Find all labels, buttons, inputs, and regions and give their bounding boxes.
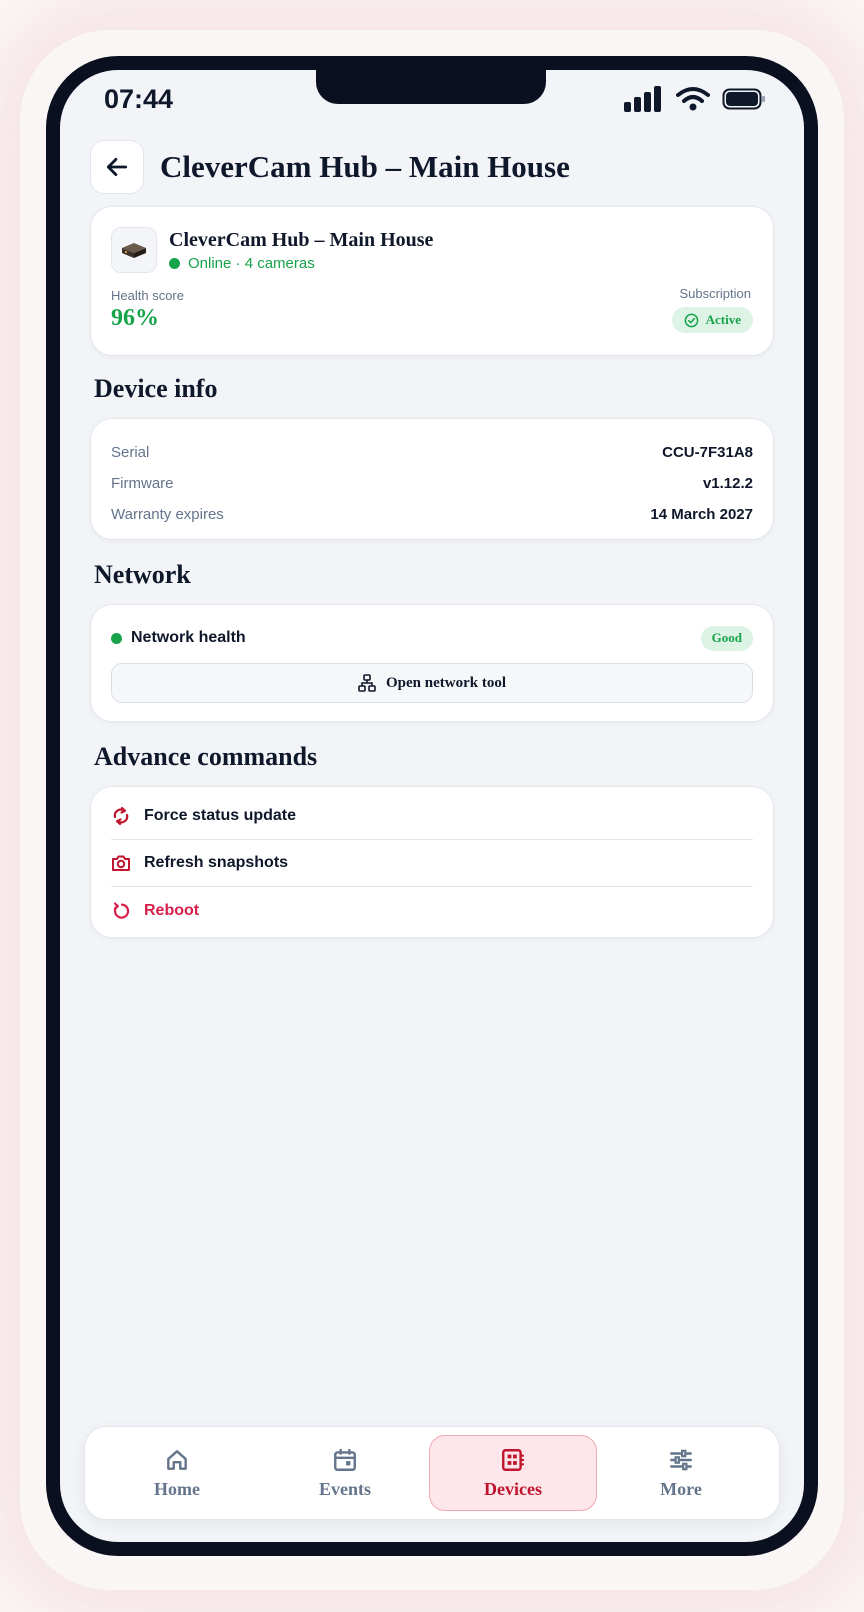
network-card: Network health Good Open network tool (90, 604, 774, 722)
open-network-tool-label: Open network tool (386, 674, 506, 691)
tab-home-label: Home (154, 1478, 200, 1499)
status-icons (624, 86, 766, 112)
network-title: Network (94, 560, 191, 589)
refresh-snapshots-button[interactable]: Refresh snapshots (111, 840, 753, 887)
subscription-badge: Active (671, 307, 753, 333)
device-thumbnail (111, 227, 157, 273)
app-screen: 07:44 CleverCam Hub – Main House CleverC… (60, 70, 804, 1542)
tab-events[interactable]: Events (261, 1435, 429, 1511)
health-score-value: 96% (111, 305, 159, 331)
info-row-firmware: Firmware v1.12.2 (111, 468, 753, 499)
sync-icon (113, 806, 129, 826)
serial-value: CCU-7F31A8 (662, 444, 753, 461)
warranty-label: Warranty expires (111, 506, 224, 523)
force-status-update-button[interactable]: Force status update (111, 793, 753, 840)
firmware-label: Firmware (111, 475, 174, 492)
network-health: Network health (111, 629, 246, 647)
commands-card: Force status update Refresh snapshots Re… (90, 786, 774, 938)
home-icon (167, 1449, 187, 1470)
device-status: Online · 4 cameras (169, 255, 315, 272)
signal-icon (624, 86, 661, 112)
advance-commands-title: Advance commands (94, 742, 318, 771)
force-status-update-label: Force status update (144, 807, 297, 824)
tab-more-label: More (660, 1478, 702, 1499)
tab-more[interactable]: More (597, 1435, 765, 1511)
reboot-label: Reboot (144, 901, 200, 919)
network-health-row: Network health Good (111, 625, 753, 651)
camera-icon (112, 855, 130, 871)
reboot-button[interactable]: Reboot (111, 887, 753, 934)
firmware-value: v1.12.2 (702, 475, 753, 492)
tab-devices-label: Devices (484, 1478, 542, 1499)
calendar-icon (334, 1448, 356, 1471)
devices-icon (502, 1448, 524, 1471)
serial-label: Serial (111, 444, 150, 461)
back-button[interactable] (90, 140, 144, 194)
wifi-icon (676, 87, 710, 111)
subscription-status: Active (705, 312, 741, 327)
bottom-tab-bar: Home Events Devices More (84, 1426, 780, 1520)
warranty-value: 14 March 2027 (650, 506, 753, 523)
tab-home[interactable]: Home (93, 1435, 261, 1511)
info-row-serial: Serial CCU-7F31A8 (111, 437, 753, 468)
network-status-badge: Good (700, 625, 753, 651)
device-name: CleverCam Hub – Main House (169, 229, 434, 251)
page-title: CleverCam Hub – Main House (160, 149, 570, 184)
battery-icon (722, 88, 765, 110)
network-health-label: Network health (131, 629, 246, 646)
online-status-dot (169, 258, 180, 269)
network-status-dot (111, 632, 122, 644)
reboot-icon (113, 901, 130, 919)
tab-events-label: Events (318, 1478, 371, 1499)
refresh-snapshots-label: Refresh snapshots (144, 854, 289, 871)
device-info-title: Device info (94, 374, 218, 403)
sliders-icon (670, 1449, 692, 1470)
device-summary-card: CleverCam Hub – Main House Online · 4 ca… (90, 206, 774, 356)
check-circle-icon (684, 313, 698, 327)
health-score-label: Health score (111, 288, 184, 303)
subscription-label: Subscription (679, 286, 751, 301)
status-time: 07:44 (104, 84, 174, 114)
notch (316, 70, 546, 104)
network-icon (358, 674, 376, 692)
tab-devices[interactable]: Devices (429, 1435, 597, 1511)
info-row-warranty: Warranty expires 14 March 2027 (111, 499, 753, 530)
hub-device-icon (122, 243, 146, 258)
arrow-left-icon (106, 158, 128, 176)
device-status-text: Online · 4 cameras (188, 255, 315, 272)
page-header: CleverCam Hub – Main House (90, 140, 570, 194)
open-network-tool-button[interactable]: Open network tool (111, 663, 753, 703)
device-info-card: Serial CCU-7F31A8 Firmware v1.12.2 Warra… (90, 418, 774, 540)
